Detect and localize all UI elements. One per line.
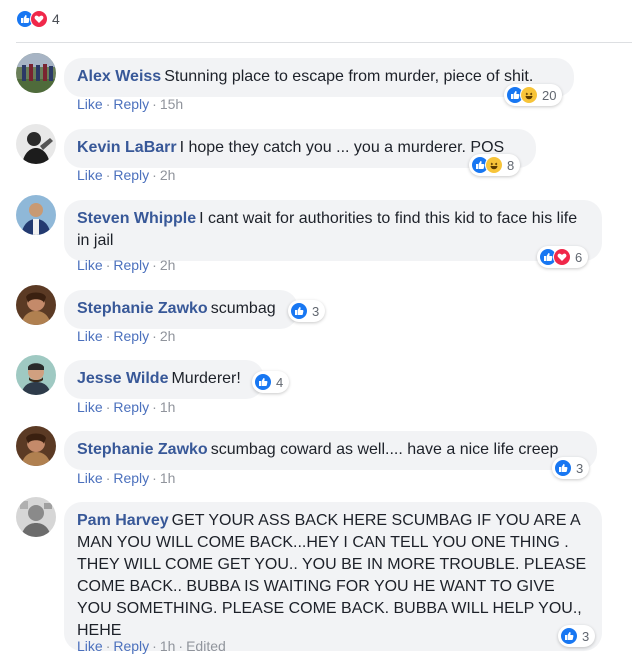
- comment-timestamp[interactable]: 2h: [160, 257, 176, 273]
- reaction-count: 6: [575, 249, 583, 265]
- post-reactions-summary[interactable]: 4: [16, 8, 60, 30]
- reply-button[interactable]: Reply: [113, 167, 149, 183]
- avatar[interactable]: [16, 124, 56, 164]
- reaction-count: 3: [312, 303, 320, 319]
- comment-timestamp[interactable]: 15h: [160, 96, 183, 112]
- like-button[interactable]: Like: [77, 257, 103, 273]
- reaction-count: 3: [576, 460, 584, 476]
- comment-author[interactable]: Alex Weiss: [77, 68, 161, 85]
- comment-bubble: Pam Harvey GET YOUR ASS BACK HERE SCUMBAG…: [64, 502, 602, 651]
- comment-author[interactable]: Stephanie Zawko: [77, 441, 208, 458]
- love-icon: [553, 248, 571, 266]
- comment-author[interactable]: Kevin LaBarr: [77, 139, 177, 156]
- avatar[interactable]: [16, 195, 56, 235]
- comment-actions: Like · Reply · 2h: [77, 167, 176, 183]
- comment-bubble: Kevin LaBarr I hope they catch you ... yo…: [64, 129, 536, 168]
- reply-button[interactable]: Reply: [113, 328, 149, 344]
- comment-reactions[interactable]: 8: [469, 154, 521, 176]
- comment-bubble: Steven Whipple I cant wait for authoritie…: [64, 200, 602, 261]
- comment-text: Murderer!: [171, 370, 241, 387]
- haha-icon: [520, 86, 538, 104]
- like-button[interactable]: Like: [77, 328, 103, 344]
- comment-bubble: Jesse Wilde Murderer!: [64, 360, 264, 399]
- like-button[interactable]: Like: [77, 470, 103, 486]
- haha-icon: [485, 156, 503, 174]
- comment-text: scumbag: [210, 300, 276, 317]
- reaction-count: 4: [52, 11, 60, 27]
- like-icon: [290, 302, 308, 320]
- reaction-count: 4: [276, 374, 284, 390]
- comment-text: scumbag coward as well.... have a nice l…: [210, 441, 559, 458]
- like-button[interactable]: Like: [77, 638, 103, 654]
- edited-label[interactable]: Edited: [186, 638, 226, 654]
- comment-reactions[interactable]: 3: [552, 457, 590, 479]
- comment-reactions[interactable]: 3: [288, 300, 326, 322]
- comment-actions: Like · Reply · 2h: [77, 328, 176, 344]
- comment-actions: Like · Reply · 1h: [77, 399, 176, 415]
- comment-actions: Like · Reply · 2h: [77, 257, 176, 273]
- reaction-count: 8: [507, 157, 515, 173]
- comment-reactions[interactable]: 4: [252, 371, 290, 393]
- avatar[interactable]: [16, 426, 56, 466]
- divider: [16, 42, 632, 43]
- comment-actions: Like · Reply · 15h: [77, 96, 184, 112]
- reply-button[interactable]: Reply: [113, 96, 149, 112]
- reply-button[interactable]: Reply: [113, 470, 149, 486]
- avatar[interactable]: [16, 53, 56, 93]
- avatar[interactable]: [16, 285, 56, 325]
- comment-actions: Like · Reply · 1h: [77, 470, 176, 486]
- comment-timestamp[interactable]: 2h: [160, 167, 176, 183]
- reply-button[interactable]: Reply: [113, 638, 149, 654]
- avatar[interactable]: [16, 355, 56, 395]
- like-button[interactable]: Like: [77, 167, 103, 183]
- comment-bubble: Alex Weiss Stunning place to escape from …: [64, 58, 574, 97]
- like-icon: [254, 373, 272, 391]
- comment-bubble: Stephanie Zawko scumbag coward as well...…: [64, 431, 597, 470]
- like-icon: [554, 459, 572, 477]
- love-icon: [30, 10, 48, 28]
- avatar[interactable]: [16, 497, 56, 537]
- comment-text: Stunning place to escape from murder, pi…: [164, 68, 534, 85]
- like-button[interactable]: Like: [77, 96, 103, 112]
- comment-author[interactable]: Steven Whipple: [77, 210, 196, 227]
- comment-timestamp[interactable]: 1h: [160, 470, 176, 486]
- comment-actions: Like · Reply · 1h · Edited: [77, 638, 226, 654]
- comment-author[interactable]: Stephanie Zawko: [77, 300, 208, 317]
- reaction-count: 20: [542, 87, 557, 103]
- reply-button[interactable]: Reply: [113, 257, 149, 273]
- comment-reactions[interactable]: 3: [558, 625, 596, 647]
- comment-timestamp[interactable]: 1h: [160, 399, 176, 415]
- comment-reactions[interactable]: 6: [537, 246, 589, 268]
- comment-text: GET YOUR ASS BACK HERE SCUMBAG IF YOU AR…: [77, 512, 587, 639]
- comment-text: I hope they catch you ... you a murderer…: [179, 139, 505, 156]
- comment-bubble: Stephanie Zawko scumbag: [64, 290, 298, 329]
- reaction-count: 3: [582, 628, 590, 644]
- comment-author[interactable]: Pam Harvey: [77, 512, 169, 529]
- reply-button[interactable]: Reply: [113, 399, 149, 415]
- comment-author[interactable]: Jesse Wilde: [77, 370, 168, 387]
- comment-timestamp[interactable]: 1h: [160, 638, 176, 654]
- like-button[interactable]: Like: [77, 399, 103, 415]
- like-icon: [560, 627, 578, 645]
- comment-reactions[interactable]: 20: [504, 84, 563, 106]
- comment-timestamp[interactable]: 2h: [160, 328, 176, 344]
